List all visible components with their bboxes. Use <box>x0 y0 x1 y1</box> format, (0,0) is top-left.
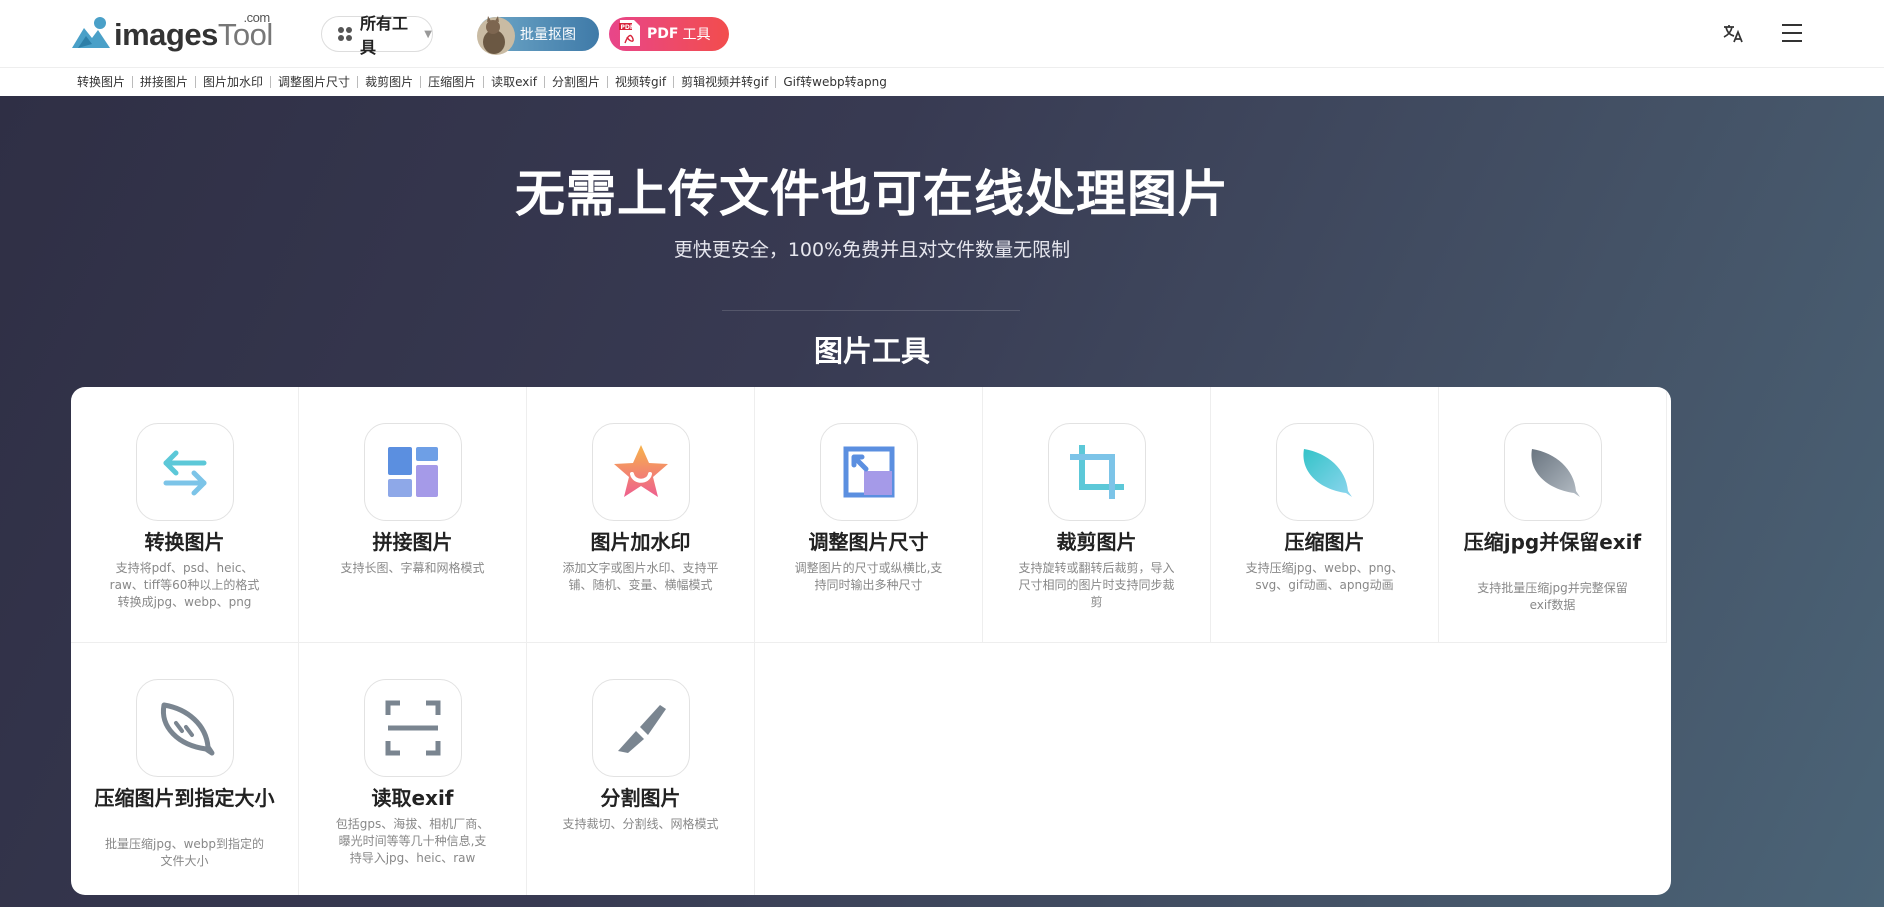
tool-card-compress-exif[interactable]: 压缩jpg并保留exif 支持批量压缩jpg并完整保留exif数据 <box>1439 387 1667 643</box>
tool-name: 压缩图片到指定大小 <box>94 786 275 810</box>
top-header: imagesTool .com 所有工具 ▼ 批量抠图 PDF PDF 工具 <box>0 0 1884 68</box>
tool-name: 压缩图片 <box>1284 530 1365 554</box>
all-tools-dropdown[interactable]: 所有工具 ▼ <box>321 14 433 57</box>
feather-outline-icon <box>136 679 234 777</box>
tool-card-read-exif[interactable]: 读取exif 包括gps、海拔、相机厂商、曝光时间等等几十种信息,支持导入jpg… <box>299 643 527 895</box>
subnav-link[interactable]: 压缩图片 <box>421 76 485 88</box>
chevron-down-icon: ▼ <box>424 28 432 40</box>
tool-card-crop[interactable]: 裁剪图片 支持旋转或翻转后裁剪，导入尺寸相同的图片时支持同步裁剪 <box>983 387 1211 643</box>
crop-icon <box>1048 423 1146 521</box>
pdf-label: 工具 <box>682 27 711 43</box>
section-title: 图片工具 <box>813 334 930 368</box>
tool-card-split[interactable]: 分割图片 支持裁切、分割线、网格模式 <box>527 643 755 895</box>
hero-subtitle: 更快更安全，100%免费并且对文件数量无限制 <box>673 239 1071 261</box>
feather-icon <box>1276 423 1374 521</box>
tool-card-convert[interactable]: 转换图片 支持将pdf、psd、heic、raw、tiff等60种以上的格式转换… <box>71 387 299 643</box>
tool-description: 调整图片的尺寸或纵横比,支持同时输出多种尺寸 <box>794 561 943 592</box>
collage-icon <box>364 423 462 521</box>
tool-description: 支持裁切、分割线、网格模式 <box>562 817 719 831</box>
subnav-link[interactable]: 拼接图片 <box>133 76 197 88</box>
scan-frame-icon <box>364 679 462 777</box>
convert-arrows-icon <box>136 423 234 521</box>
knife-icon <box>592 679 690 777</box>
all-tools-label: 所有工具 <box>360 14 409 57</box>
cat-photo-icon <box>477 16 515 55</box>
hero-title: 无需上传文件也可在线处理图片 <box>515 165 1229 223</box>
tool-name: 图片加水印 <box>590 530 691 554</box>
site-logo[interactable]: imagesTool .com <box>70 10 273 52</box>
logo-mountain-icon <box>72 17 110 48</box>
tool-card-watermark[interactable]: 图片加水印 添加文字或图片水印、支持平铺、随机、变量、横幅模式 <box>527 387 755 643</box>
pdf-bold-label: PDF <box>647 26 679 42</box>
logo-text: imagesTool .com <box>114 10 273 52</box>
batch-cutout-label: 批量抠图 <box>520 27 576 43</box>
tool-card-resize[interactable]: 调整图片尺寸 调整图片的尺寸或纵横比,支持同时输出多种尺寸 <box>755 387 983 643</box>
tool-card-compress[interactable]: 压缩图片 支持压缩jpg、webp、png、svg、gif动画、apng动画 <box>1211 387 1439 643</box>
tool-card-compress-to-size[interactable]: 压缩图片到指定大小 批量压缩jpg、webp到指定的文件大小 <box>71 643 299 895</box>
tool-name: 裁剪图片 <box>1056 530 1137 554</box>
tool-name: 拼接图片 <box>372 530 453 554</box>
tool-name: 分割图片 <box>600 786 681 810</box>
tool-description: 添加文字或图片水印、支持平铺、随机、变量、横幅模式 <box>562 561 719 592</box>
tool-name: 转换图片 <box>144 530 225 554</box>
tool-subnav: 转换图片 拼接图片 图片加水印 调整图片尺寸 裁剪图片 压缩图片 读取exif … <box>0 68 1884 96</box>
grid-dots-icon <box>338 27 352 41</box>
batch-cutout-button[interactable]: 批量抠图 <box>477 16 599 55</box>
tool-description: 包括gps、海拔、相机厂商、曝光时间等等几十种信息,支持导入jpg、heic、r… <box>335 817 490 865</box>
tool-description: 支持批量压缩jpg并完整保留exif数据 <box>1477 581 1628 612</box>
subnav-link[interactable]: 视频转gif <box>608 76 675 88</box>
feather-gray-icon <box>1504 423 1602 521</box>
tool-name: 读取exif <box>371 786 454 810</box>
subnav-link[interactable]: 读取exif <box>484 76 545 88</box>
menu-icon[interactable] <box>1782 24 1802 42</box>
tool-name: 压缩jpg并保留exif <box>1463 530 1642 554</box>
tool-description: 支持将pdf、psd、heic、raw、tiff等60种以上的格式转换成jpg、… <box>109 561 260 609</box>
tool-description: 支持压缩jpg、webp、png、svg、gif动画、apng动画 <box>1245 561 1404 592</box>
resize-icon <box>820 423 918 521</box>
tool-card-collage[interactable]: 拼接图片 支持长图、字幕和网格模式 <box>299 387 527 643</box>
subnav-link[interactable]: 转换图片 <box>77 76 134 88</box>
tool-description: 支持长图、字幕和网格模式 <box>340 561 485 575</box>
subnav-link[interactable]: 调整图片尺寸 <box>271 76 359 88</box>
pdf-tools-button[interactable]: PDF PDF 工具 <box>609 17 729 51</box>
subnav-link[interactable]: Gif转webp转apng <box>776 76 893 88</box>
subnav-link[interactable]: 裁剪图片 <box>358 76 422 88</box>
image-tools-grid: 转换图片 支持将pdf、psd、heic、raw、tiff等60种以上的格式转换… <box>71 387 1671 895</box>
subnav-link[interactable]: 图片加水印 <box>196 76 272 88</box>
svg-text:PDF: PDF <box>621 24 634 31</box>
tool-name: 调整图片尺寸 <box>808 530 929 554</box>
subnav-link[interactable]: 分割图片 <box>545 76 608 88</box>
divider <box>722 310 1020 311</box>
subnav-link[interactable]: 剪辑视频并转gif <box>674 76 777 88</box>
watermark-star-icon <box>592 423 690 521</box>
pdf-file-icon: PDF <box>619 20 640 46</box>
tool-description: 支持旋转或翻转后裁剪，导入尺寸相同的图片时支持同步裁剪 <box>1018 561 1175 609</box>
translate-icon[interactable] <box>1722 22 1744 44</box>
tool-description: 批量压缩jpg、webp到指定的文件大小 <box>105 837 265 868</box>
